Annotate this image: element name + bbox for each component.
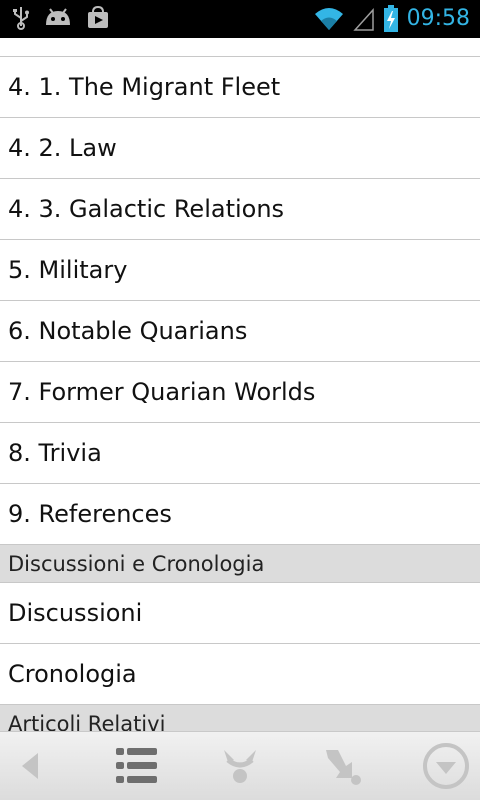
wifi-icon <box>314 8 343 30</box>
back-button[interactable] <box>0 740 60 792</box>
share-icon <box>224 750 256 783</box>
list-item[interactable]: 5. Military <box>0 240 480 301</box>
contents-button[interactable] <box>107 740 167 792</box>
list-item[interactable]: 9. References <box>0 484 480 545</box>
share-button[interactable] <box>210 740 270 792</box>
store-icon <box>88 6 108 28</box>
signal-icon <box>352 8 374 31</box>
android-icon <box>46 8 70 25</box>
contents-list: 4. 1. The Migrant Fleet 4. 2. Law 4. 3. … <box>0 38 480 732</box>
list-item[interactable]: 4. 3. Galactic Relations <box>0 179 480 240</box>
discussion-item[interactable]: Discussioni <box>0 583 480 644</box>
save-icon <box>326 750 361 785</box>
menu-button[interactable] <box>416 740 476 792</box>
list-item[interactable]: 4. 1. The Migrant Fleet <box>0 57 480 118</box>
contents-list-icon <box>116 748 157 783</box>
list-item[interactable]: 7. Former Quarian Worlds <box>0 362 480 423</box>
section-header-discussion: Discussioni e Cronologia <box>0 545 480 583</box>
status-bar: 09:58 <box>0 0 480 38</box>
menu-icon <box>423 743 469 789</box>
bottom-toolbar <box>0 731 480 800</box>
status-clock: 09:58 <box>406 6 470 31</box>
history-item[interactable]: Cronologia <box>0 644 480 705</box>
usb-icon <box>13 7 29 30</box>
list-item[interactable]: 8. Trivia <box>0 423 480 484</box>
list-item[interactable]: 4. 2. Law <box>0 118 480 179</box>
back-icon <box>22 753 38 779</box>
list-item[interactable]: 6. Notable Quarians <box>0 301 480 362</box>
save-button[interactable] <box>312 740 372 792</box>
battery-charging-icon <box>383 5 398 32</box>
list-top-divider <box>0 38 480 57</box>
section-header-related: Articoli Relativi <box>0 705 480 732</box>
